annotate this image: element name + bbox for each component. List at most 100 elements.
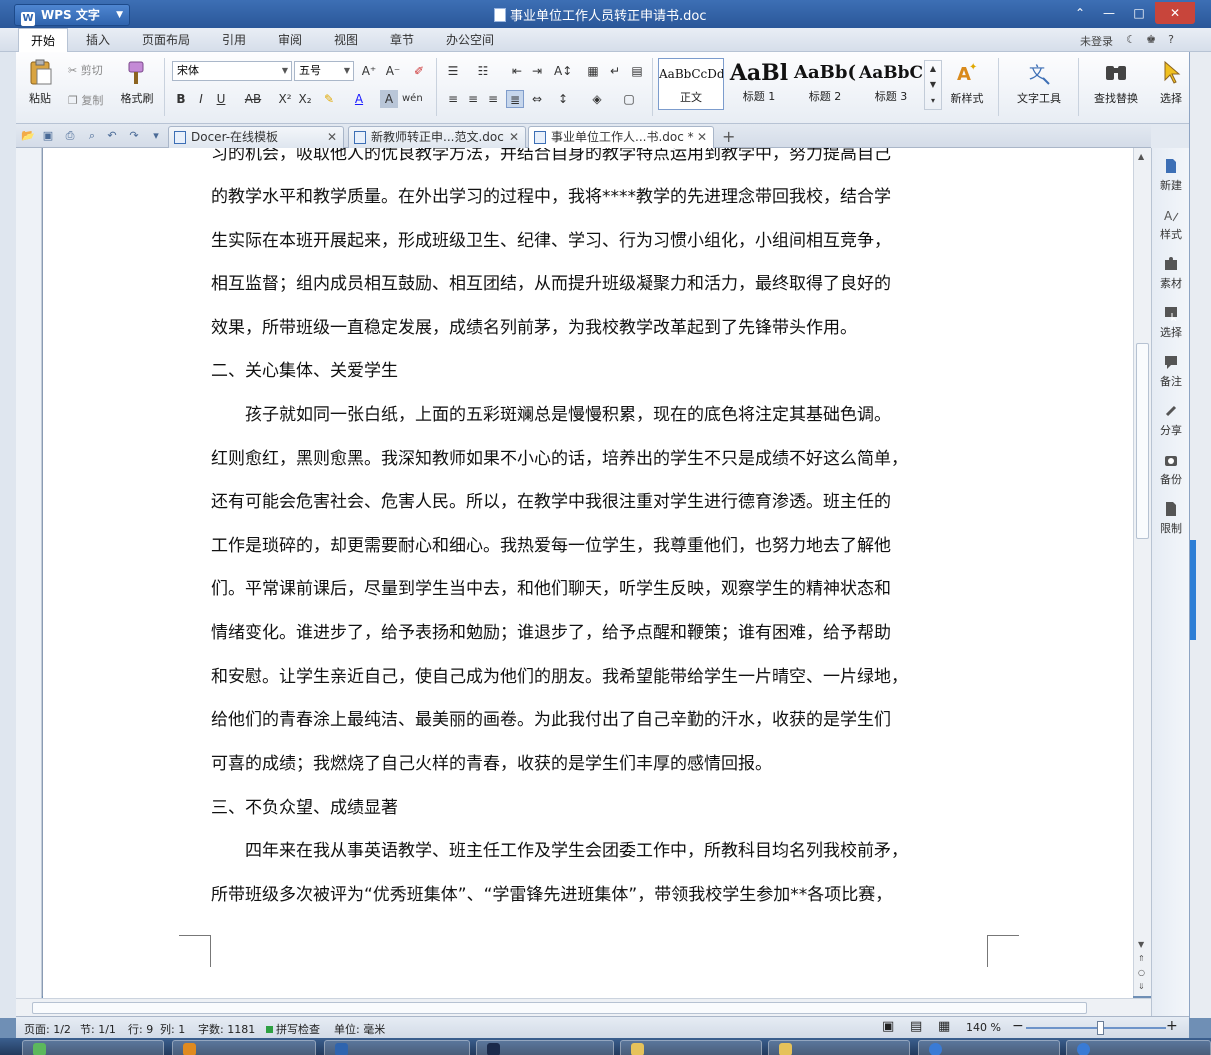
tab-docer-templates[interactable]: Docer-在线模板 ✕ — [168, 126, 344, 148]
char-shading-icon[interactable]: A — [380, 90, 398, 108]
shrink-font-icon[interactable]: A⁻ — [384, 62, 402, 80]
vertical-scrollbar[interactable]: ▲ ▼ ⇑ ○ ⇓ — [1133, 148, 1151, 996]
app-menu-button[interactable]: W WPS 文字 ▼ — [14, 4, 130, 26]
quick-access-dropdown-icon[interactable]: ▾ — [148, 128, 164, 144]
font-size-select[interactable]: 五号 ▼ — [294, 61, 354, 81]
help-icon[interactable]: ? — [1164, 33, 1178, 47]
close-tab-icon[interactable]: ✕ — [509, 127, 519, 147]
new-style-button[interactable]: A ✦ 新样式 — [942, 58, 992, 106]
taskbar-item[interactable] — [918, 1040, 1060, 1055]
zoom-out-icon[interactable]: − — [1012, 1018, 1024, 1034]
skin-icon[interactable]: ☾ — [1124, 33, 1138, 47]
horizontal-scrollbar[interactable] — [16, 998, 1151, 1016]
save-icon[interactable]: ▣ — [40, 128, 56, 144]
taskbar-item[interactable] — [324, 1040, 470, 1055]
taskbar-item[interactable] — [476, 1040, 614, 1055]
strikethrough-icon[interactable]: AB — [240, 90, 266, 108]
find-replace-button[interactable]: 查找替换 — [1086, 58, 1146, 106]
numbering-icon[interactable]: ☷ — [474, 62, 492, 80]
undo-icon[interactable]: ↶ — [104, 128, 120, 144]
tab-review[interactable]: 审阅 — [266, 28, 314, 52]
tab-office-space[interactable]: 办公空间 — [434, 28, 506, 52]
clear-format-icon[interactable]: ✐ — [410, 62, 428, 80]
pane-share[interactable]: 分享 — [1152, 403, 1190, 438]
minimize-button[interactable]: — — [1095, 2, 1123, 24]
shirt-icon[interactable]: ♚ — [1144, 33, 1158, 47]
collapse-ribbon-button[interactable]: ⌃ — [1066, 2, 1094, 24]
tab-page-layout[interactable]: 页面布局 — [130, 28, 202, 52]
taskbar-item[interactable] — [172, 1040, 316, 1055]
phonetic-guide-icon[interactable]: wén — [402, 90, 423, 108]
align-center-icon[interactable]: ≡ — [464, 90, 482, 108]
tab-chapter[interactable]: 章节 — [378, 28, 426, 52]
close-tab-icon[interactable]: ✕ — [327, 127, 337, 147]
pane-select[interactable]: 选择 — [1152, 305, 1190, 340]
pane-styles[interactable]: A 样式 — [1152, 207, 1190, 242]
paste-button[interactable]: 粘贴 — [22, 58, 58, 106]
taskbar-item[interactable] — [22, 1040, 164, 1055]
pane-restrict[interactable]: 限制 — [1152, 501, 1190, 536]
copy-button[interactable]: ❐ 复制 — [68, 92, 103, 108]
pane-new[interactable]: 新建 — [1152, 158, 1190, 193]
word-count[interactable]: 字数: 1181 — [198, 1021, 255, 1037]
font-color-icon[interactable]: A — [350, 90, 368, 108]
zoom-slider[interactable] — [1026, 1027, 1166, 1029]
pane-backup[interactable]: 备份 — [1152, 452, 1190, 487]
maximize-button[interactable]: □ — [1125, 2, 1153, 24]
login-status[interactable]: 未登录 — [1080, 33, 1113, 49]
tab-home[interactable]: 开始 — [18, 28, 69, 52]
close-button[interactable]: ✕ — [1155, 2, 1195, 24]
style-heading-2[interactable]: AaBb( 标题 2 — [792, 58, 858, 110]
page-view-icon[interactable]: ▣ — [882, 1019, 894, 1034]
spell-check[interactable]: 拼写检查 — [266, 1021, 320, 1037]
close-tab-icon[interactable]: ✕ — [697, 127, 707, 147]
format-painter-button[interactable]: 格式刷 — [116, 58, 158, 106]
grow-font-icon[interactable]: A⁺ — [360, 62, 378, 80]
font-name-select[interactable]: 宋体 ▼ — [172, 61, 292, 81]
outline-view-icon[interactable]: ▤ — [910, 1019, 922, 1034]
print-icon[interactable]: ⎙ — [62, 128, 78, 144]
taskbar-item[interactable] — [1066, 1040, 1211, 1055]
next-page-icon[interactable]: ⇓ — [1138, 982, 1145, 991]
shading-icon[interactable]: ◈ — [588, 90, 606, 108]
page-icon[interactable]: ▤ — [628, 62, 646, 80]
pane-expand-handle[interactable] — [1190, 540, 1196, 640]
scroll-down-icon[interactable]: ▼ — [1138, 940, 1144, 949]
cut-button[interactable]: ✂ 剪切 — [68, 62, 103, 78]
underline-icon[interactable]: U — [212, 90, 230, 108]
tab-insert[interactable]: 插入 — [74, 28, 122, 52]
print-preview-icon[interactable]: ⌕ — [84, 128, 100, 144]
browse-object-icon[interactable]: ○ — [1138, 968, 1145, 977]
zoom-in-icon[interactable]: + — [1166, 1018, 1178, 1034]
redo-icon[interactable]: ↷ — [126, 128, 142, 144]
decrease-indent-icon[interactable]: ⇤ — [508, 62, 526, 80]
open-folder-icon[interactable]: 📂 — [20, 128, 36, 144]
select-button[interactable]: 选择 — [1154, 58, 1188, 106]
tab-references[interactable]: 引用 — [210, 28, 258, 52]
style-normal[interactable]: AaBbCcDd 正文 — [658, 58, 724, 110]
align-left-icon[interactable]: ≡ — [444, 90, 462, 108]
tab-view[interactable]: 视图 — [322, 28, 370, 52]
table-icon[interactable]: ▦ — [584, 62, 602, 80]
document-page[interactable]: 习的机会，吸取他人的优良教学方法，并结合自身的教学特点运用到教学中，努力提高自己… — [43, 148, 1133, 998]
vertical-scroll-thumb[interactable] — [1136, 343, 1149, 539]
tab-current-doc[interactable]: 事业单位工作人...书.doc * ✕ — [528, 126, 714, 148]
superscript-icon[interactable]: X² — [276, 90, 294, 108]
zoom-slider-thumb[interactable] — [1097, 1021, 1104, 1035]
subscript-icon[interactable]: X₂ — [296, 90, 314, 108]
pane-comments[interactable]: 备注 — [1152, 354, 1190, 389]
justify-icon[interactable]: ≣ — [506, 90, 524, 108]
increase-indent-icon[interactable]: ⇥ — [528, 62, 546, 80]
unit-indicator[interactable]: 单位: 毫米 — [334, 1021, 385, 1037]
add-tab-button[interactable]: + — [722, 127, 735, 146]
style-heading-3[interactable]: AaBbC 标题 3 — [858, 58, 924, 110]
bullets-icon[interactable]: ☰ — [444, 62, 462, 80]
horizontal-scroll-thumb[interactable] — [32, 1002, 1087, 1014]
web-view-icon[interactable]: ▦ — [938, 1019, 950, 1034]
distribute-icon[interactable]: ⇔ — [528, 90, 546, 108]
bold-icon[interactable]: B — [172, 90, 190, 108]
italic-icon[interactable]: I — [192, 90, 210, 108]
highlight-icon[interactable]: ✎ — [320, 90, 338, 108]
style-heading-1[interactable]: AaBl 标题 1 — [726, 58, 792, 110]
tab-new-teacher-doc[interactable]: 新教师转正申...范文.doc ✕ — [348, 126, 526, 148]
